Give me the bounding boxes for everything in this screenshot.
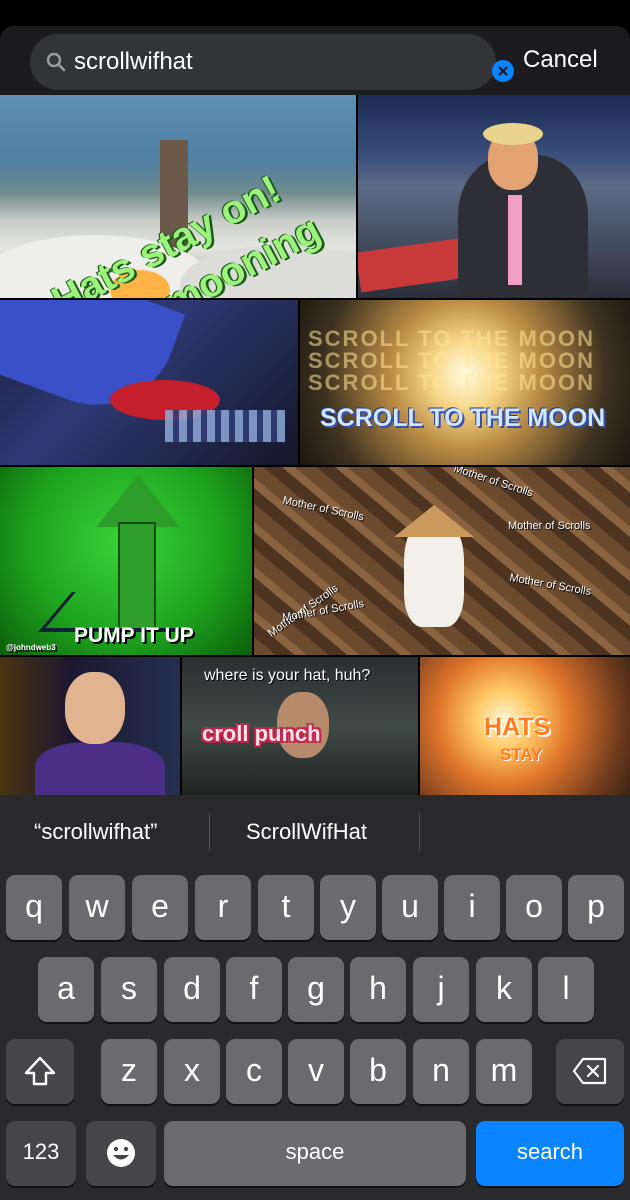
gif-result-pump-it-up[interactable]: PUMP IT UP @johndweb3: [0, 467, 252, 655]
red-object: [358, 237, 471, 293]
key-q[interactable]: q: [6, 875, 62, 940]
gif-caption: croll punch: [202, 721, 321, 746]
key-b[interactable]: b: [350, 1039, 406, 1104]
key-l[interactable]: l: [538, 957, 594, 1022]
suggestion-item[interactable]: ScrollWifHat: [246, 819, 367, 845]
search-key[interactable]: search: [476, 1121, 624, 1186]
key-a[interactable]: a: [38, 957, 94, 1022]
emoji-icon: [107, 1139, 135, 1167]
key-c[interactable]: c: [226, 1039, 282, 1104]
key-u[interactable]: u: [382, 875, 438, 940]
gif-caption: SCROLL TO THE MOON: [320, 404, 606, 432]
conical-hat-icon: [394, 505, 474, 537]
suggestion-item[interactable]: “scrollwifhat”: [34, 819, 157, 845]
gif-caption: HATS: [484, 713, 551, 741]
key-r[interactable]: r: [195, 875, 251, 940]
gif-watermark: @johndweb3: [6, 643, 56, 652]
pink-tie: [508, 195, 522, 285]
key-s[interactable]: s: [101, 957, 157, 1022]
key-y[interactable]: y: [320, 875, 376, 940]
key-d[interactable]: d: [164, 957, 220, 1022]
gif-result-hats-stay[interactable]: HATS STAY: [420, 657, 630, 795]
delete-key[interactable]: [556, 1039, 624, 1104]
suggestions-bar: “scrollwifhat” ScrollWifHat: [0, 795, 630, 871]
gif-caption: where is your hat, huh?: [204, 667, 371, 684]
purple-shirt: [35, 742, 165, 795]
key-g[interactable]: g: [288, 957, 344, 1022]
key-v[interactable]: v: [288, 1039, 344, 1104]
key-p[interactable]: p: [568, 875, 624, 940]
key-x[interactable]: x: [164, 1039, 220, 1104]
gif-caption: STAY: [500, 745, 543, 764]
gif-result-comedian[interactable]: [0, 657, 180, 795]
search-input[interactable]: scrollwifhat: [74, 48, 193, 76]
key-e[interactable]: e: [132, 875, 188, 940]
up-arrow-icon: [96, 475, 180, 527]
divider: [419, 813, 420, 851]
cancel-button[interactable]: Cancel: [523, 46, 598, 74]
gif-result-scroll-to-the-moon[interactable]: SCROLL TO THE MOON SCROLL TO THE MOON SC…: [300, 300, 630, 465]
gif-caption: Mother of Scrolls: [452, 467, 535, 500]
key-f[interactable]: f: [226, 957, 282, 1022]
gif-caption: PUMP IT UP: [74, 624, 194, 647]
key-h[interactable]: h: [350, 957, 406, 1022]
close-icon: [498, 66, 508, 76]
key-w[interactable]: w: [69, 875, 125, 940]
key-k[interactable]: k: [476, 957, 532, 1022]
divider: [209, 813, 210, 851]
search-icon: [46, 52, 66, 72]
gif-background-text: SCROLL TO THE MOON SCROLL TO THE MOON SC…: [308, 326, 595, 395]
shift-icon: [24, 1056, 56, 1086]
person-head: [65, 672, 125, 744]
person-hair: [483, 123, 543, 145]
gif-caption: Mother of Scrolls: [508, 520, 591, 532]
gif-caption: Mother of Scrolls: [281, 494, 365, 524]
backspace-icon: [572, 1057, 607, 1085]
status-strip: [0, 0, 630, 26]
gif-result-anime[interactable]: [0, 300, 298, 465]
key-m[interactable]: m: [476, 1039, 532, 1104]
gif-result-arena[interactable]: [358, 95, 630, 298]
space-key[interactable]: space: [164, 1121, 466, 1186]
clear-search-button[interactable]: [492, 60, 514, 82]
numbers-key[interactable]: 123: [6, 1121, 76, 1186]
glitch-overlay: [165, 410, 285, 442]
key-j[interactable]: j: [413, 957, 469, 1022]
gif-result-croll-punch[interactable]: where is your hat, huh? croll punch: [182, 657, 418, 795]
gif-result-rocket-launch[interactable]: Hats stay on! are mooning: [0, 95, 356, 298]
shift-key[interactable]: [6, 1039, 74, 1104]
search-header: scrollwifhat Cancel: [0, 26, 630, 95]
key-i[interactable]: i: [444, 875, 500, 940]
emoji-key[interactable]: [86, 1121, 156, 1186]
gif-caption: Mother of Scrolls: [508, 571, 592, 599]
keyboard: q w e r t y u i o p a s d f g h j k l z …: [0, 871, 630, 1200]
key-z[interactable]: z: [101, 1039, 157, 1104]
key-o[interactable]: o: [506, 875, 562, 940]
key-n[interactable]: n: [413, 1039, 469, 1104]
gif-result-mother-of-scrolls[interactable]: Mother of Scrolls Mother of Scrolls Moth…: [254, 467, 630, 655]
key-t[interactable]: t: [258, 875, 314, 940]
search-field[interactable]: scrollwifhat: [30, 34, 514, 90]
